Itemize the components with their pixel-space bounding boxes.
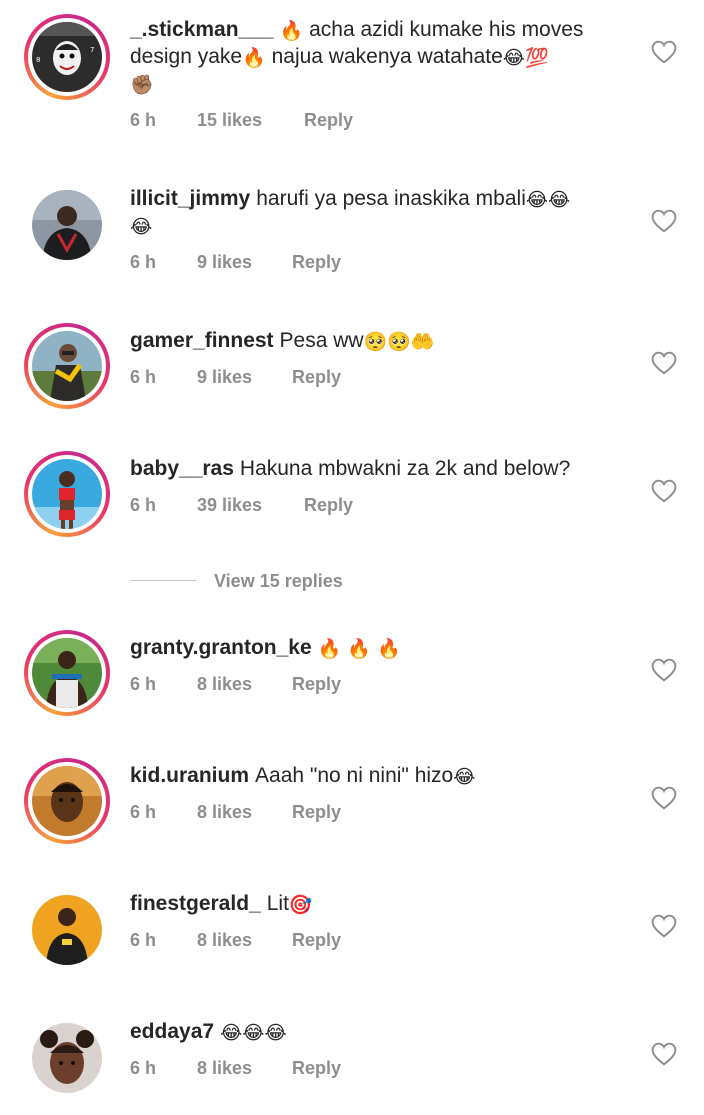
fire-emoji: 🔥 🔥 🔥: [317, 638, 401, 660]
comment-time: 6 h: [130, 367, 157, 387]
comment-text: finestgerald_ Lit🎯: [130, 890, 610, 917]
heart-icon[interactable]: [651, 209, 677, 233]
svg-text:8: 8: [36, 56, 40, 64]
avatar-story-ring[interactable]: [24, 630, 110, 716]
view-replies-label[interactable]: View 15 replies: [214, 568, 343, 594]
comment-text: baby__ras Hakuna mbwakni za 2k and below?: [130, 455, 610, 482]
view-replies-button[interactable]: View 15 replies: [130, 568, 430, 594]
avatar-story-ring[interactable]: [24, 451, 110, 537]
laugh-emoji: 😂: [130, 216, 153, 238]
comment-username[interactable]: granty.granton_ke: [130, 636, 312, 659]
comment-username[interactable]: illicit_jimmy: [130, 187, 250, 210]
laugh-emoji: 😂: [453, 766, 476, 788]
avatar-wrapper[interactable]: [24, 887, 110, 973]
comment-body: Lit: [266, 892, 289, 915]
comment-body: Hakuna mbwakni za 2k and below?: [239, 457, 571, 480]
comment-likes[interactable]: 15 likes: [197, 108, 262, 132]
laugh-emoji: 😂😂😂: [220, 1022, 287, 1044]
laugh-emoji: 😂😂: [525, 189, 571, 211]
avatar: [32, 638, 102, 708]
comment-body-2: najua wakenya watahate: [271, 45, 503, 68]
reply-button[interactable]: Reply: [292, 365, 341, 389]
avatar-story-ring[interactable]: [24, 323, 110, 409]
comment-body: harufi ya pesa inaskika mbali: [256, 187, 526, 210]
heart-icon[interactable]: [651, 479, 677, 503]
comment-body: Pesa ww: [279, 329, 364, 352]
comment-time: 6 h: [130, 674, 157, 694]
fire-emoji: 🔥: [242, 47, 266, 69]
comment-likes[interactable]: 8 likes: [197, 1056, 252, 1080]
reply-button[interactable]: Reply: [292, 800, 341, 824]
comment-body: Aaah "no ni nini" hizo: [255, 764, 454, 787]
pleading-face-emoji: 🥺🥺🤲: [363, 331, 435, 353]
comment-username[interactable]: eddaya7: [130, 1020, 214, 1043]
comment-username[interactable]: gamer_finnest: [130, 329, 274, 352]
avatar-wrapper[interactable]: [24, 182, 110, 268]
heart-icon[interactable]: [651, 40, 677, 64]
comment-username[interactable]: kid.uranium: [130, 764, 249, 787]
comment-text: kid.uranium Aaah "no ni nini" hizo😂: [130, 762, 610, 789]
avatar: [32, 766, 102, 836]
reply-button[interactable]: Reply: [304, 108, 353, 132]
heart-icon[interactable]: [651, 1042, 677, 1066]
avatar-wrapper[interactable]: [24, 1015, 110, 1101]
reply-button[interactable]: Reply: [292, 250, 341, 274]
heart-icon[interactable]: [651, 658, 677, 682]
comment-time: 6 h: [130, 495, 157, 515]
comment-likes[interactable]: 8 likes: [197, 928, 252, 952]
avatar: 8 7: [32, 22, 102, 92]
avatar: [32, 331, 102, 401]
comment-time: 6 h: [130, 252, 157, 272]
direct-hit-emoji: 🎯: [288, 894, 313, 916]
comment-text: _.stickman___ 🔥 acha azidi kumake his mov…: [130, 16, 610, 97]
avatar-story-ring[interactable]: [24, 758, 110, 844]
comment-likes[interactable]: 9 likes: [197, 365, 252, 389]
fist-emoji: ✊🏽: [130, 74, 154, 96]
svg-text:7: 7: [90, 46, 94, 54]
comment-time: 6 h: [130, 110, 157, 130]
comment-username[interactable]: _.stickman___: [130, 18, 274, 41]
avatar: [32, 459, 102, 529]
avatar: [32, 1023, 102, 1093]
comment-username[interactable]: finestgerald_: [130, 892, 261, 915]
comment-time: 6 h: [130, 930, 157, 950]
comment-likes[interactable]: 8 likes: [197, 672, 252, 696]
comment-text: gamer_finnest Pesa ww🥺🥺🤲: [130, 327, 610, 354]
comment-text: granty.granton_ke 🔥 🔥 🔥: [130, 634, 610, 661]
reply-button[interactable]: Reply: [292, 672, 341, 696]
avatar: [32, 895, 102, 965]
avatar-story-ring[interactable]: 8 7: [24, 14, 110, 100]
reply-button[interactable]: Reply: [292, 928, 341, 952]
comment-username[interactable]: baby__ras: [130, 457, 234, 480]
heart-icon[interactable]: [651, 351, 677, 375]
avatar: [32, 190, 102, 260]
comment-time: 6 h: [130, 1058, 157, 1078]
comment-likes[interactable]: 9 likes: [197, 250, 252, 274]
comment-text: illicit_jimmy harufi ya pesa inaskika mba…: [130, 185, 610, 239]
fire-emoji: 🔥: [279, 20, 304, 42]
reply-button[interactable]: Reply: [292, 1056, 341, 1080]
comment-likes[interactable]: 39 likes: [197, 493, 262, 517]
comment-likes[interactable]: 8 likes: [197, 800, 252, 824]
reply-button[interactable]: Reply: [304, 493, 353, 517]
comment-text: eddaya7 😂😂😂: [130, 1018, 610, 1045]
laugh-hundred-emoji: 😂💯: [502, 47, 549, 69]
divider-line: [130, 580, 196, 581]
heart-icon[interactable]: [651, 914, 677, 938]
comment-time: 6 h: [130, 802, 157, 822]
heart-icon[interactable]: [651, 786, 677, 810]
